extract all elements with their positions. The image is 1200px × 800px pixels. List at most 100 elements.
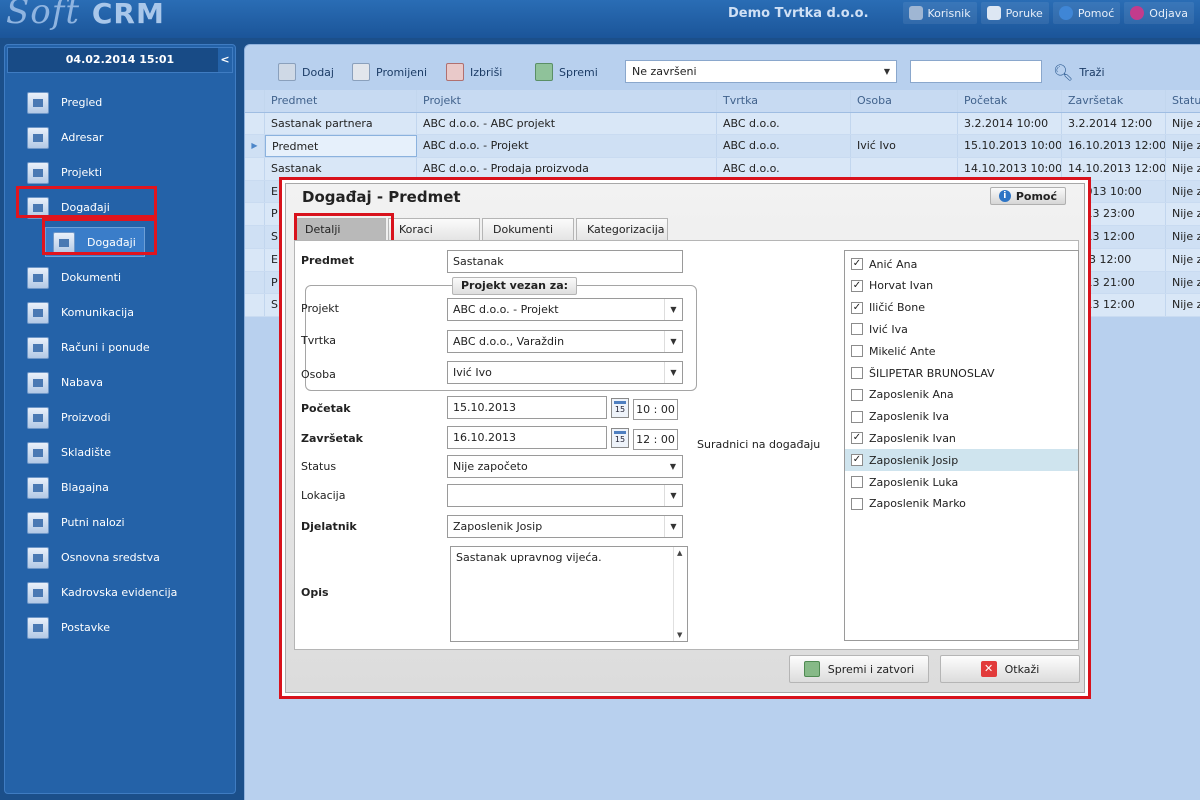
search-icon: 🔍︎ [1053,62,1074,82]
start-time-input[interactable]: 10 : 00 [633,399,678,420]
status-select[interactable]: Nije započeto ▼ [447,455,683,478]
help-button[interactable]: Pomoć [1052,2,1121,24]
messages-button[interactable]: Poruke [980,2,1049,24]
user-button[interactable]: Korisnik [902,2,977,24]
collaborator-checkbox[interactable] [851,345,863,358]
sidebar-item-kadrovska[interactable]: Kadrovska evidencija [5,575,235,610]
sidebar-item-osnovna-sredstva[interactable]: Osnovna sredstva [5,540,235,575]
collaborator-name: Zaposlenik Ana [869,388,954,402]
collapse-sidebar-button[interactable]: < [218,48,232,72]
collaborator-checkbox[interactable]: ✓ [851,432,863,445]
person-select[interactable]: Ivić Ivo ▼ [447,361,683,384]
end-date-input[interactable]: 16.10.2013 [447,426,607,449]
save-close-button[interactable]: Spremi i zatvori [789,655,929,683]
save-button[interactable]: Spremi [535,60,598,84]
add-button[interactable]: Dodaj [278,60,334,84]
table-cell: Nije z [1166,272,1200,294]
column-header[interactable]: Tvrtka [717,90,851,112]
column-header[interactable]: Projekt [417,90,717,112]
sidebar-item-komunikacija[interactable]: Komunikacija [5,295,235,330]
collaborator-item[interactable]: Zaposlenik Luka [845,471,1078,493]
logout-button[interactable]: Odjava [1124,2,1194,24]
sidebar-item-racuni[interactable]: Računi i ponude [5,330,235,365]
end-calendar-button[interactable]: 15 [611,428,629,448]
column-header[interactable]: Status [1166,90,1200,112]
collaborator-checkbox[interactable]: ✓ [851,279,863,292]
end-label: Završetak [301,432,363,445]
sidebar-item-putni-nalozi[interactable]: Putni nalozi [5,505,235,540]
collaborator-name: ŠILIPETAR BRUNOSLAV [869,366,995,380]
collaborator-item[interactable]: ✓ Zaposlenik Josip [845,449,1078,472]
textarea-scrollbar[interactable]: ▲ ▼ [673,547,687,641]
collaborator-item[interactable]: Zaposlenik Marko [845,493,1078,515]
collaborator-checkbox[interactable] [851,410,863,423]
project-select[interactable]: ABC d.o.o. - Projekt ▼ [447,298,683,321]
collaborator-checkbox[interactable]: ✓ [851,301,863,314]
end-time-input[interactable]: 12 : 00 [633,429,678,450]
column-header[interactable]: Predmet [265,90,417,112]
row-marker [245,180,265,203]
collaborator-checkbox[interactable] [851,367,863,379]
collaborator-item[interactable]: Mikelić Ante [845,340,1078,362]
sidebar-item-dogadaji[interactable]: Događaji [5,190,235,225]
collaborator-item[interactable]: Zaposlenik Ana [845,384,1078,406]
search-input[interactable] [910,60,1042,83]
chevron-down-icon: ▼ [664,485,682,506]
company-select[interactable]: ABC d.o.o., Varaždin ▼ [447,330,683,353]
collaborator-item[interactable]: ✓ Iličić Bone [845,297,1078,319]
cash-register-icon [27,476,49,499]
start-calendar-button[interactable]: 15 [611,398,629,418]
collaborator-item[interactable]: Ivić Iva [845,318,1078,340]
collaborator-item[interactable]: ✓ Horvat Ivan [845,275,1078,297]
collaborator-checkbox[interactable]: ✓ [851,454,863,467]
delete-icon [446,63,464,81]
tab-kategorizacija[interactable]: Kategorizacija [576,218,668,240]
collaborator-name: Iličić Bone [869,301,926,315]
collaborator-item[interactable]: ✓ Zaposlenik Ivan [845,427,1078,449]
collaborator-checkbox[interactable] [851,323,863,336]
modal-help-button[interactable]: i Pomoć [989,187,1066,205]
employee-select[interactable]: Zaposlenik Josip ▼ [447,515,683,538]
sidebar-item-nabava[interactable]: Nabava [5,365,235,400]
column-header[interactable]: Osoba [851,90,958,112]
sidebar-item-proizvodi[interactable]: Proizvodi [5,400,235,435]
delete-button[interactable]: Izbriši [446,60,502,84]
start-date-input[interactable]: 15.10.2013 [447,396,607,419]
location-select[interactable]: ▼ [447,484,683,507]
sidebar-item-dokumenti[interactable]: Dokumenti [5,260,235,295]
column-header[interactable]: Završetak [1062,90,1166,112]
edit-button[interactable]: Promijeni [352,60,427,84]
collaborator-checkbox[interactable] [851,476,863,488]
table-row[interactable]: ▶ Predmet ABC d.o.o. - Projekt ABC d.o.o. Iv… [245,135,1200,159]
tab-koraci[interactable]: Koraci [388,218,480,240]
row-marker [245,294,265,316]
address-book-icon [27,126,49,149]
table-cell: ABC d.o.o. [717,135,851,158]
search-button[interactable]: 🔍︎ Traži [1053,60,1105,84]
subject-input[interactable]: Sastanak [447,250,683,273]
sidebar-item-adresar[interactable]: Adresar [5,120,235,155]
sidebar-subitem-dogadaji[interactable]: Događaji [5,225,235,260]
collaborator-item[interactable]: ŠILIPETAR BRUNOSLAV [845,362,1078,384]
collaborator-item[interactable]: ✓ Anić Ana [845,253,1078,275]
tab-dokumenti[interactable]: Dokumenti [482,218,574,240]
collaborator-checkbox[interactable] [851,497,863,510]
sidebar-item-pregled[interactable]: Pregled [5,85,235,120]
current-row-icon: ▶ [245,135,265,158]
table-row[interactable]: Sastanak partnera ABC d.o.o. - ABC projek… [245,112,1200,136]
sidebar-item-skladiste[interactable]: Skladište [5,435,235,470]
description-textarea[interactable]: Sastanak upravnog vijeća. ▲ ▼ [450,546,688,642]
sidebar-item-projekti[interactable]: Projekti [5,155,235,190]
collaborator-checkbox[interactable] [851,388,863,401]
save-icon [803,661,820,677]
info-icon: i [998,190,1011,202]
cancel-button[interactable]: ✕ Otkaži [940,655,1080,683]
sidebar-item-blagajna[interactable]: Blagajna [5,470,235,505]
status-filter-select[interactable]: Ne završeni ▼ [625,60,897,83]
collaborator-checkbox[interactable]: ✓ [851,258,863,270]
column-header[interactable]: Početak [958,90,1062,112]
collaborator-item[interactable]: Zaposlenik Iva [845,406,1078,428]
chevron-down-icon: ▼ [664,331,682,352]
collaborators-label: Suradnici na događaju [697,438,821,451]
sidebar-item-postavke[interactable]: Postavke [5,610,235,645]
